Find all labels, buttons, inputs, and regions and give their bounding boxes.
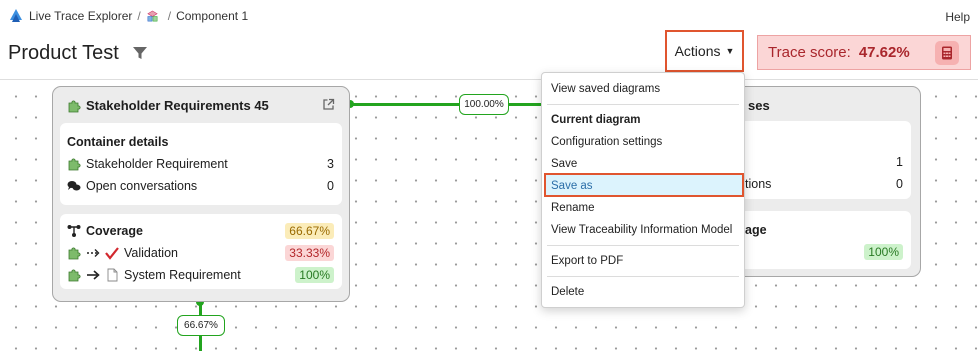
stakeholder-requirements-card[interactable]: Stakeholder Requirements 45 Container de…: [52, 86, 350, 302]
horizontal-connector-value: 100.00%: [464, 99, 504, 110]
detail-label: Stakeholder Requirement: [86, 157, 228, 171]
menu-divider: [547, 104, 739, 105]
page-title: Product Test: [8, 42, 119, 64]
coverage-heading: Coverage: [86, 224, 143, 238]
menu-item-view-traceability-model[interactable]: View Traceability Information Model: [551, 224, 732, 236]
app-logo-icon: [10, 9, 22, 22]
coverage-heading: age: [745, 223, 767, 237]
coverage-row: 100%: [728, 243, 903, 261]
trace-score-value: 47.62%: [858, 44, 910, 61]
filter-icon[interactable]: [132, 45, 148, 61]
actions-menu: View saved diagrams Current diagram Conf…: [541, 72, 745, 308]
menu-item-configuration-settings[interactable]: Configuration settings: [551, 136, 662, 148]
detail-row: 1: [728, 153, 903, 171]
coverage-heading-row: Coverage 66.67%: [67, 222, 334, 240]
coverage-percentage-badge: 66.67%: [285, 223, 334, 239]
help-link[interactable]: Help: [945, 10, 970, 24]
coverage-percentage-badge: 100%: [864, 244, 903, 260]
menu-item-save[interactable]: Save: [551, 158, 577, 170]
calculator-icon[interactable]: [935, 41, 959, 65]
solid-arrow-icon: [87, 270, 100, 280]
puzzle-icon: [68, 158, 81, 171]
coverage-percentage-badge: 33.33%: [285, 245, 334, 261]
container-details-heading: Container details: [67, 135, 169, 149]
menu-item-export-to-pdf[interactable]: Export to PDF: [551, 255, 623, 267]
coverage-row: System Requirement 100%: [67, 266, 334, 284]
coverage-icon: [67, 225, 81, 237]
external-link-icon[interactable]: [322, 98, 335, 111]
horizontal-connector-label[interactable]: 100.00%: [459, 94, 509, 115]
detail-row: tions 0: [745, 175, 903, 193]
card-header: Stakeholder Requirements 45: [67, 98, 269, 113]
trace-score-badge: Trace score: 47.62%: [757, 35, 971, 70]
detail-value: 1: [896, 155, 903, 169]
menu-divider: [547, 276, 739, 277]
menu-item-rename[interactable]: Rename: [551, 202, 594, 214]
container-details-panel: 1 tions 0: [721, 121, 911, 199]
menu-item-save-as[interactable]: Save as: [551, 180, 593, 192]
puzzle-icon: [68, 247, 81, 260]
container-details-panel: Container details Stakeholder Requiremen…: [60, 123, 342, 205]
breadcrumb-component-link[interactable]: Component 1: [176, 9, 248, 23]
trace-score-label: Trace score:: [768, 44, 851, 61]
card-title: ses: [748, 98, 770, 113]
actions-button[interactable]: Actions ▼: [668, 34, 741, 68]
detail-value: 3: [327, 157, 334, 171]
coverage-label: Validation: [124, 246, 178, 260]
breadcrumb: Live Trace Explorer / / Component 1: [8, 8, 248, 24]
container-details-heading-row: Container details: [67, 133, 334, 151]
detail-value: 0: [327, 179, 334, 193]
coverage-row: Validation 33.33%: [67, 244, 334, 262]
top-bar: Live Trace Explorer / / Component 1 Help: [0, 0, 978, 32]
caret-down-icon: ▼: [725, 46, 735, 56]
dashed-arrow-icon: [87, 249, 100, 257]
menu-item-view-saved-diagrams[interactable]: View saved diagrams: [551, 83, 660, 95]
coverage-percentage-badge: 100%: [295, 267, 334, 283]
vertical-connector-label[interactable]: 66.67%: [177, 315, 225, 336]
actions-label: Actions: [674, 43, 721, 59]
menu-divider: [547, 245, 739, 246]
coverage-label: System Requirement: [124, 268, 241, 282]
component-icon: [147, 10, 158, 21]
card-title: Stakeholder Requirements 45: [86, 98, 269, 113]
breadcrumb-separator: /: [167, 9, 172, 23]
vertical-connector-value: 66.67%: [184, 320, 218, 331]
coverage-panel: Coverage 66.67% Validation 33.33% System…: [60, 214, 342, 289]
detail-label: tions: [745, 177, 772, 191]
coverage-panel: age 100%: [721, 211, 911, 269]
breadcrumb-app-link[interactable]: Live Trace Explorer: [29, 9, 132, 23]
validation-check-icon: [105, 247, 119, 260]
detail-label: Open conversations: [86, 179, 198, 193]
detail-row: Open conversations 0: [67, 177, 334, 195]
detail-row: Stakeholder Requirement 3: [67, 155, 334, 173]
puzzle-icon: [68, 99, 81, 112]
menu-item-delete[interactable]: Delete: [551, 286, 584, 298]
puzzle-icon: [68, 269, 81, 282]
conversation-icon: [67, 181, 81, 191]
document-icon: [107, 268, 118, 282]
coverage-heading-row: age: [745, 221, 903, 239]
detail-value: 0: [896, 177, 903, 191]
menu-section-current-diagram: Current diagram: [551, 114, 641, 126]
breadcrumb-separator: /: [137, 9, 141, 23]
